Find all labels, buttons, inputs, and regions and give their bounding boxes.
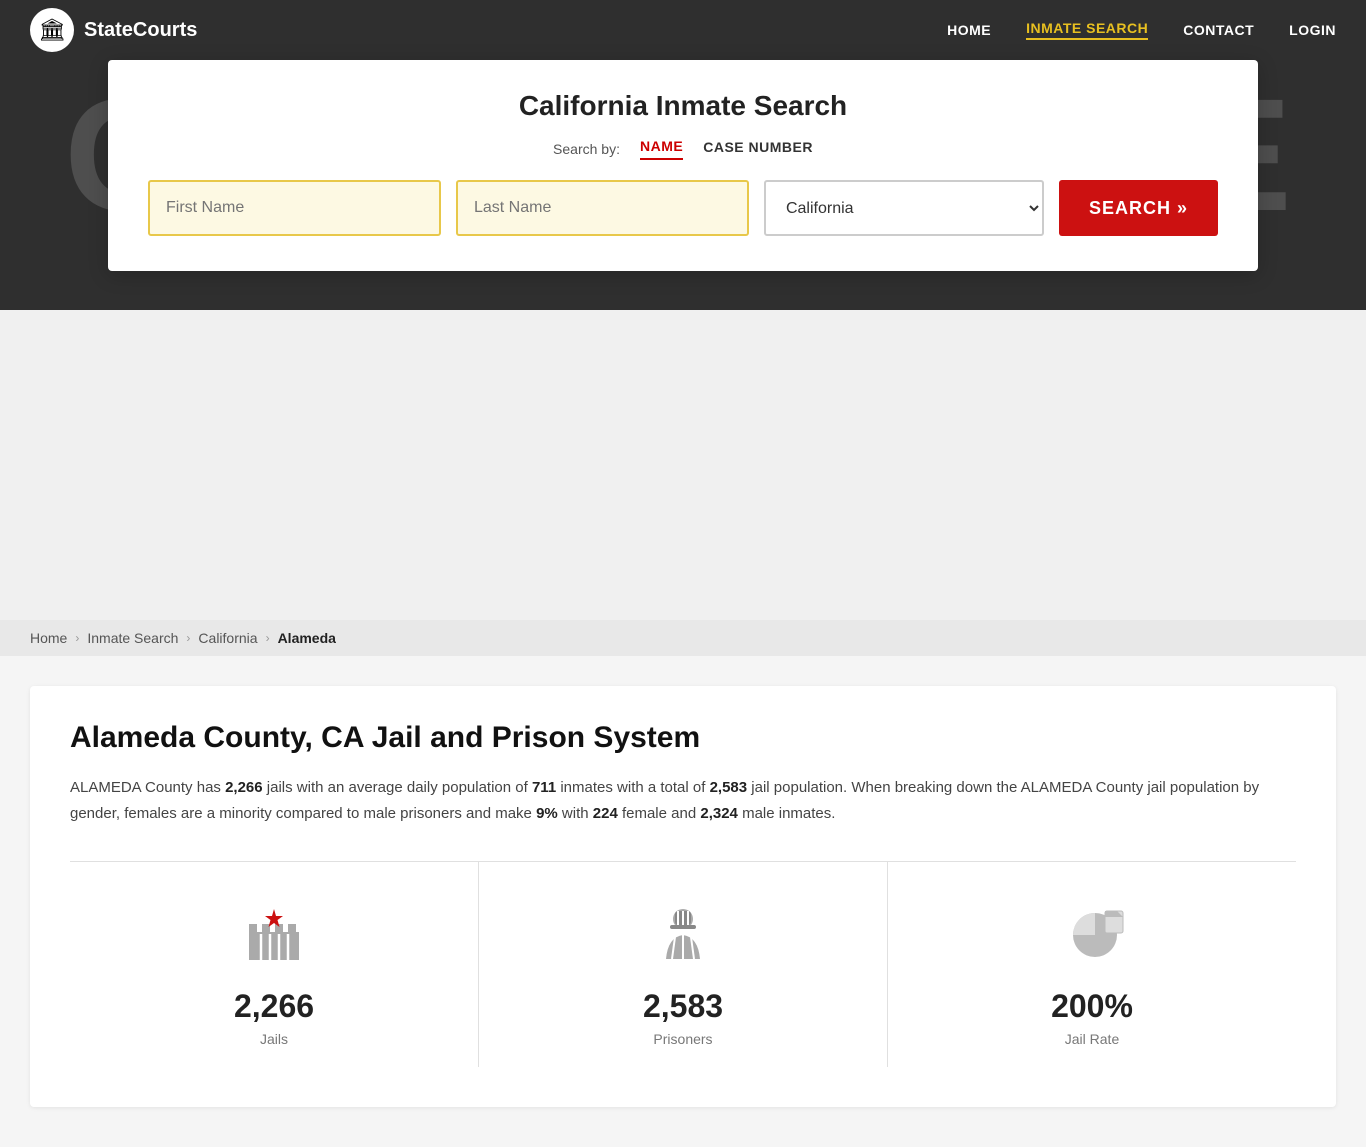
nav-home[interactable]: HOME [947,22,991,38]
breadcrumb-inmate-search[interactable]: Inmate Search [87,630,178,646]
header: COURTHOUSE 🏛 StateCourts HOME INMATE SEA… [0,0,1366,310]
search-card-title: California Inmate Search [148,90,1218,122]
stats-row: 2,266 Jails [70,861,1296,1067]
last-name-input[interactable] [456,180,749,236]
first-name-input[interactable] [148,180,441,236]
logo-icon: 🏛 [30,8,74,52]
search-fields-row: California Alabama Alaska Arizona Arkans… [148,180,1218,236]
search-by-label: Search by: [553,141,620,157]
search-by-row: Search by: NAME CASE NUMBER [148,138,1218,160]
search-tab-name[interactable]: NAME [640,138,683,160]
prisoner-icon [643,892,723,972]
logo-text: StateCourts [84,19,197,42]
main-content: Alameda County, CA Jail and Prison Syste… [0,656,1366,1147]
search-tab-case[interactable]: CASE NUMBER [703,139,813,159]
nav-links: HOME INMATE SEARCH CONTACT LOGIN [947,20,1336,40]
breadcrumb-current: Alameda [278,630,336,646]
search-button[interactable]: SEARCH » [1059,180,1218,236]
county-description: ALAMEDA County has 2,266 jails with an a… [70,775,1296,826]
jail-icon [234,892,314,972]
stat-jail-rate: 200% Jail Rate [888,862,1296,1067]
stat-prisoners: 2,583 Prisoners [479,862,888,1067]
nav-inmate-search[interactable]: INMATE SEARCH [1026,20,1148,40]
jail-rate-number: 200% [1051,988,1133,1025]
nav-contact[interactable]: CONTACT [1183,22,1254,38]
prisoners-label: Prisoners [653,1031,712,1047]
stat-jails: 2,266 Jails [70,862,479,1067]
jails-number: 2,266 [234,988,314,1025]
jails-label: Jails [260,1031,288,1047]
jail-rate-label: Jail Rate [1065,1031,1119,1047]
prisoners-number: 2,583 [643,988,723,1025]
logo[interactable]: 🏛 StateCourts [30,8,197,52]
content-card: Alameda County, CA Jail and Prison Syste… [30,686,1336,1107]
nav-login[interactable]: LOGIN [1289,22,1336,38]
state-select[interactable]: California Alabama Alaska Arizona Arkans… [764,180,1044,236]
breadcrumb-sep-1: › [75,631,79,645]
pie-chart-icon [1052,892,1132,972]
breadcrumb: Home › Inmate Search › California › Alam… [0,620,1366,656]
breadcrumb-sep-3: › [266,631,270,645]
search-card: California Inmate Search Search by: NAME… [108,60,1258,271]
breadcrumb-california[interactable]: California [198,630,257,646]
nav-bar: 🏛 StateCourts HOME INMATE SEARCH CONTACT… [0,0,1366,60]
county-title: Alameda County, CA Jail and Prison Syste… [70,721,1296,755]
breadcrumb-home[interactable]: Home [30,630,67,646]
breadcrumb-sep-2: › [186,631,190,645]
